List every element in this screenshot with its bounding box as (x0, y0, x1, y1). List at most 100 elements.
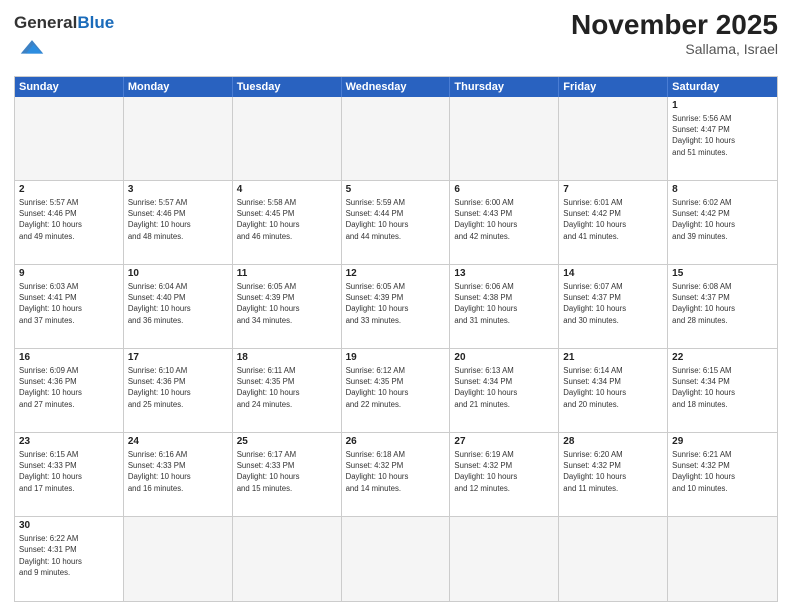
cell-info: Sunrise: 6:20 AMSunset: 4:32 PMDaylight:… (563, 449, 663, 494)
day-number: 30 (19, 520, 119, 531)
cell-info: Sunrise: 6:16 AMSunset: 4:33 PMDaylight:… (128, 449, 228, 494)
cell-info: Sunrise: 6:15 AMSunset: 4:33 PMDaylight:… (19, 449, 119, 494)
cell-nov-13: 13 Sunrise: 6:06 AMSunset: 4:38 PMDaylig… (450, 265, 559, 348)
cell-empty (233, 517, 342, 601)
day-number: 20 (454, 352, 554, 363)
cell-nov-26: 26 Sunrise: 6:18 AMSunset: 4:32 PMDaylig… (342, 433, 451, 516)
cell-info: Sunrise: 6:11 AMSunset: 4:35 PMDaylight:… (237, 365, 337, 410)
day-number: 4 (237, 184, 337, 195)
cell-nov-18: 18 Sunrise: 6:11 AMSunset: 4:35 PMDaylig… (233, 349, 342, 432)
cell-nov-8: 8 Sunrise: 6:02 AMSunset: 4:42 PMDayligh… (668, 181, 777, 264)
day-number: 11 (237, 268, 337, 279)
cell-nov-7: 7 Sunrise: 6:01 AMSunset: 4:42 PMDayligh… (559, 181, 668, 264)
cell-info: Sunrise: 6:02 AMSunset: 4:42 PMDaylight:… (672, 197, 773, 242)
cell-info: Sunrise: 5:58 AMSunset: 4:45 PMDaylight:… (237, 197, 337, 242)
cell-empty (15, 97, 124, 180)
day-number: 26 (346, 436, 446, 447)
cell-info: Sunrise: 5:56 AMSunset: 4:47 PMDaylight:… (672, 113, 773, 158)
day-number: 24 (128, 436, 228, 447)
week-row-1: 1 Sunrise: 5:56 AMSunset: 4:47 PMDayligh… (15, 97, 777, 181)
cell-nov-6: 6 Sunrise: 6:00 AMSunset: 4:43 PMDayligh… (450, 181, 559, 264)
cell-info: Sunrise: 6:00 AMSunset: 4:43 PMDaylight:… (454, 197, 554, 242)
cell-empty (559, 517, 668, 601)
header: GeneralBlue November 2025 Sallama, Israe… (14, 10, 778, 68)
logo: GeneralBlue (14, 14, 114, 68)
day-number: 27 (454, 436, 554, 447)
cell-empty (233, 97, 342, 180)
page: GeneralBlue November 2025 Sallama, Israe… (0, 0, 792, 612)
month-title: November 2025 (571, 10, 778, 41)
cell-nov-4: 4 Sunrise: 5:58 AMSunset: 4:45 PMDayligh… (233, 181, 342, 264)
week-row-5: 23 Sunrise: 6:15 AMSunset: 4:33 PMDaylig… (15, 433, 777, 517)
logo-general: General (14, 13, 77, 32)
day-number: 9 (19, 268, 119, 279)
week-row-3: 9 Sunrise: 6:03 AMSunset: 4:41 PMDayligh… (15, 265, 777, 349)
logo-icon (17, 33, 47, 63)
header-saturday: Saturday (668, 77, 777, 97)
day-number: 29 (672, 436, 773, 447)
cell-nov-17: 17 Sunrise: 6:10 AMSunset: 4:36 PMDaylig… (124, 349, 233, 432)
day-number: 18 (237, 352, 337, 363)
cell-nov-2: 2 Sunrise: 5:57 AMSunset: 4:46 PMDayligh… (15, 181, 124, 264)
day-number: 8 (672, 184, 773, 195)
cell-empty (450, 517, 559, 601)
cell-nov-11: 11 Sunrise: 6:05 AMSunset: 4:39 PMDaylig… (233, 265, 342, 348)
cell-empty (342, 517, 451, 601)
cell-nov-30: 30 Sunrise: 6:22 AMSunset: 4:31 PMDaylig… (15, 517, 124, 601)
day-number: 15 (672, 268, 773, 279)
cell-empty (450, 97, 559, 180)
header-tuesday: Tuesday (233, 77, 342, 97)
cell-nov-9: 9 Sunrise: 6:03 AMSunset: 4:41 PMDayligh… (15, 265, 124, 348)
cell-nov-5: 5 Sunrise: 5:59 AMSunset: 4:44 PMDayligh… (342, 181, 451, 264)
cell-info: Sunrise: 6:22 AMSunset: 4:31 PMDaylight:… (19, 533, 119, 578)
header-sunday: Sunday (15, 77, 124, 97)
day-number: 7 (563, 184, 663, 195)
day-number: 13 (454, 268, 554, 279)
location: Sallama, Israel (571, 41, 778, 57)
week-row-4: 16 Sunrise: 6:09 AMSunset: 4:36 PMDaylig… (15, 349, 777, 433)
cell-info: Sunrise: 6:15 AMSunset: 4:34 PMDaylight:… (672, 365, 773, 410)
cell-info: Sunrise: 6:13 AMSunset: 4:34 PMDaylight:… (454, 365, 554, 410)
week-row-2: 2 Sunrise: 5:57 AMSunset: 4:46 PMDayligh… (15, 181, 777, 265)
cell-info: Sunrise: 6:03 AMSunset: 4:41 PMDaylight:… (19, 281, 119, 326)
cell-nov-25: 25 Sunrise: 6:17 AMSunset: 4:33 PMDaylig… (233, 433, 342, 516)
cell-info: Sunrise: 6:05 AMSunset: 4:39 PMDaylight:… (346, 281, 446, 326)
cell-info: Sunrise: 6:04 AMSunset: 4:40 PMDaylight:… (128, 281, 228, 326)
cell-nov-29: 29 Sunrise: 6:21 AMSunset: 4:32 PMDaylig… (668, 433, 777, 516)
day-number: 19 (346, 352, 446, 363)
cell-info: Sunrise: 6:01 AMSunset: 4:42 PMDaylight:… (563, 197, 663, 242)
header-friday: Friday (559, 77, 668, 97)
cell-nov-14: 14 Sunrise: 6:07 AMSunset: 4:37 PMDaylig… (559, 265, 668, 348)
cell-info: Sunrise: 5:57 AMSunset: 4:46 PMDaylight:… (128, 197, 228, 242)
cell-info: Sunrise: 6:17 AMSunset: 4:33 PMDaylight:… (237, 449, 337, 494)
cell-info: Sunrise: 6:12 AMSunset: 4:35 PMDaylight:… (346, 365, 446, 410)
cell-nov-10: 10 Sunrise: 6:04 AMSunset: 4:40 PMDaylig… (124, 265, 233, 348)
cell-nov-1: 1 Sunrise: 5:56 AMSunset: 4:47 PMDayligh… (668, 97, 777, 180)
cell-nov-12: 12 Sunrise: 6:05 AMSunset: 4:39 PMDaylig… (342, 265, 451, 348)
cell-nov-21: 21 Sunrise: 6:14 AMSunset: 4:34 PMDaylig… (559, 349, 668, 432)
day-number: 12 (346, 268, 446, 279)
cell-empty (342, 97, 451, 180)
cell-info: Sunrise: 6:21 AMSunset: 4:32 PMDaylight:… (672, 449, 773, 494)
day-number: 23 (19, 436, 119, 447)
cell-info: Sunrise: 6:06 AMSunset: 4:38 PMDaylight:… (454, 281, 554, 326)
calendar-header: Sunday Monday Tuesday Wednesday Thursday… (15, 77, 777, 97)
day-number: 16 (19, 352, 119, 363)
day-number: 17 (128, 352, 228, 363)
header-thursday: Thursday (450, 77, 559, 97)
day-number: 22 (672, 352, 773, 363)
cell-info: Sunrise: 6:08 AMSunset: 4:37 PMDaylight:… (672, 281, 773, 326)
header-wednesday: Wednesday (342, 77, 451, 97)
cell-info: Sunrise: 6:18 AMSunset: 4:32 PMDaylight:… (346, 449, 446, 494)
cell-info: Sunrise: 6:07 AMSunset: 4:37 PMDaylight:… (563, 281, 663, 326)
cell-empty (559, 97, 668, 180)
cell-nov-19: 19 Sunrise: 6:12 AMSunset: 4:35 PMDaylig… (342, 349, 451, 432)
cell-nov-27: 27 Sunrise: 6:19 AMSunset: 4:32 PMDaylig… (450, 433, 559, 516)
day-number: 1 (672, 100, 773, 111)
day-number: 28 (563, 436, 663, 447)
day-number: 5 (346, 184, 446, 195)
cell-empty (124, 97, 233, 180)
cell-info: Sunrise: 5:59 AMSunset: 4:44 PMDaylight:… (346, 197, 446, 242)
cell-nov-24: 24 Sunrise: 6:16 AMSunset: 4:33 PMDaylig… (124, 433, 233, 516)
cell-info: Sunrise: 6:19 AMSunset: 4:32 PMDaylight:… (454, 449, 554, 494)
